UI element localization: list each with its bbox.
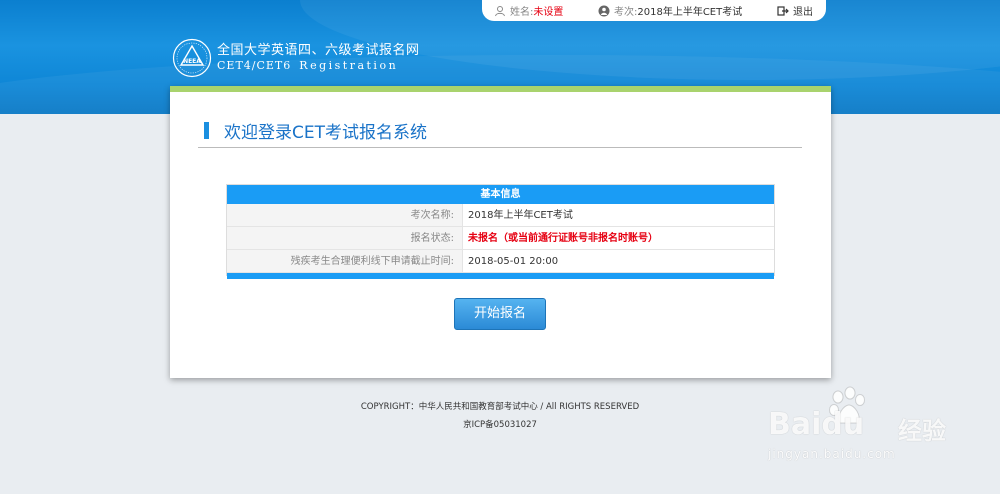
watermark-brand: Baidu (768, 407, 865, 442)
row-value: 2018-05-01 20:00 (468, 256, 559, 267)
exam-session-label: 考次: (614, 7, 638, 18)
registration-status-value: 未报名（或当前通行证账号非报名时账号） (468, 233, 658, 244)
logo-title-cn: 全国大学英语四、六级考试报名网 (217, 43, 420, 58)
row-key: 考次名称: (227, 204, 463, 226)
user-name-label: 姓名: (510, 7, 534, 18)
user-name-item: 姓名: 未设置 (494, 0, 563, 21)
title-accent-bar (204, 122, 209, 139)
basic-info-table: 基本信息 考次名称: 2018年上半年CET考试 报名状态: 未报名（或当前通行… (226, 184, 775, 279)
start-registration-button[interactable]: 开始报名 (454, 298, 546, 330)
main-card: 欢迎登录CET考试报名系统 基本信息 考次名称: 2018年上半年CET考试 报… (170, 86, 831, 378)
table-row: 残疾考生合理便利线下申请截止时间: 2018-05-01 20:00 (227, 250, 774, 273)
exam-icon (598, 5, 610, 16)
basic-info-header: 基本信息 (227, 185, 774, 204)
logo-title-en: CET4/CET6 Registration (217, 58, 420, 73)
logo-title-en-sub: Registration (299, 59, 399, 72)
neea-emblem-icon: NEEA (172, 38, 212, 78)
table-footer-bar (227, 273, 774, 279)
table-row: 考次名称: 2018年上半年CET考试 (227, 204, 774, 227)
user-name-value: 未设置 (533, 7, 564, 18)
exam-session-item: 考次: 2018年上半年CET考试 (598, 0, 742, 21)
row-value: 2018年上半年CET考试 (468, 210, 573, 221)
emblem-text: NEEA (183, 58, 201, 65)
row-key: 残疾考生合理便利线下申请截止时间: (227, 250, 463, 272)
site-logo[interactable]: NEEA 全国大学英语四、六级考试报名网 CET4/CET6 Registrati… (172, 38, 420, 78)
user-icon (495, 5, 505, 16)
page-title: 欢迎登录CET考试报名系统 (224, 123, 427, 143)
table-row: 报名状态: 未报名（或当前通行证账号非报名时账号） (227, 227, 774, 250)
title-divider (198, 147, 802, 148)
row-key: 报名状态: (227, 227, 463, 249)
watermark-url: jingyan.baidu.com (768, 447, 896, 461)
baidu-jingyan-watermark: Baidu 经验 jingyan.baidu.com (768, 385, 978, 475)
logout-icon (777, 5, 789, 16)
page-title-row: 欢迎登录CET考试报名系统 (204, 118, 427, 143)
logout-label: 退出 (793, 7, 813, 18)
exam-session-value: 2018年上半年CET考试 (637, 7, 743, 18)
logout-link[interactable]: 退出 (777, 0, 813, 21)
user-bar: 姓名: 未设置 考次: 2018年上半年CET考试 退出 (482, 0, 826, 21)
logo-title-en-main: CET4/CET6 (217, 59, 292, 72)
watermark-jingyan: 经验 (898, 417, 946, 445)
